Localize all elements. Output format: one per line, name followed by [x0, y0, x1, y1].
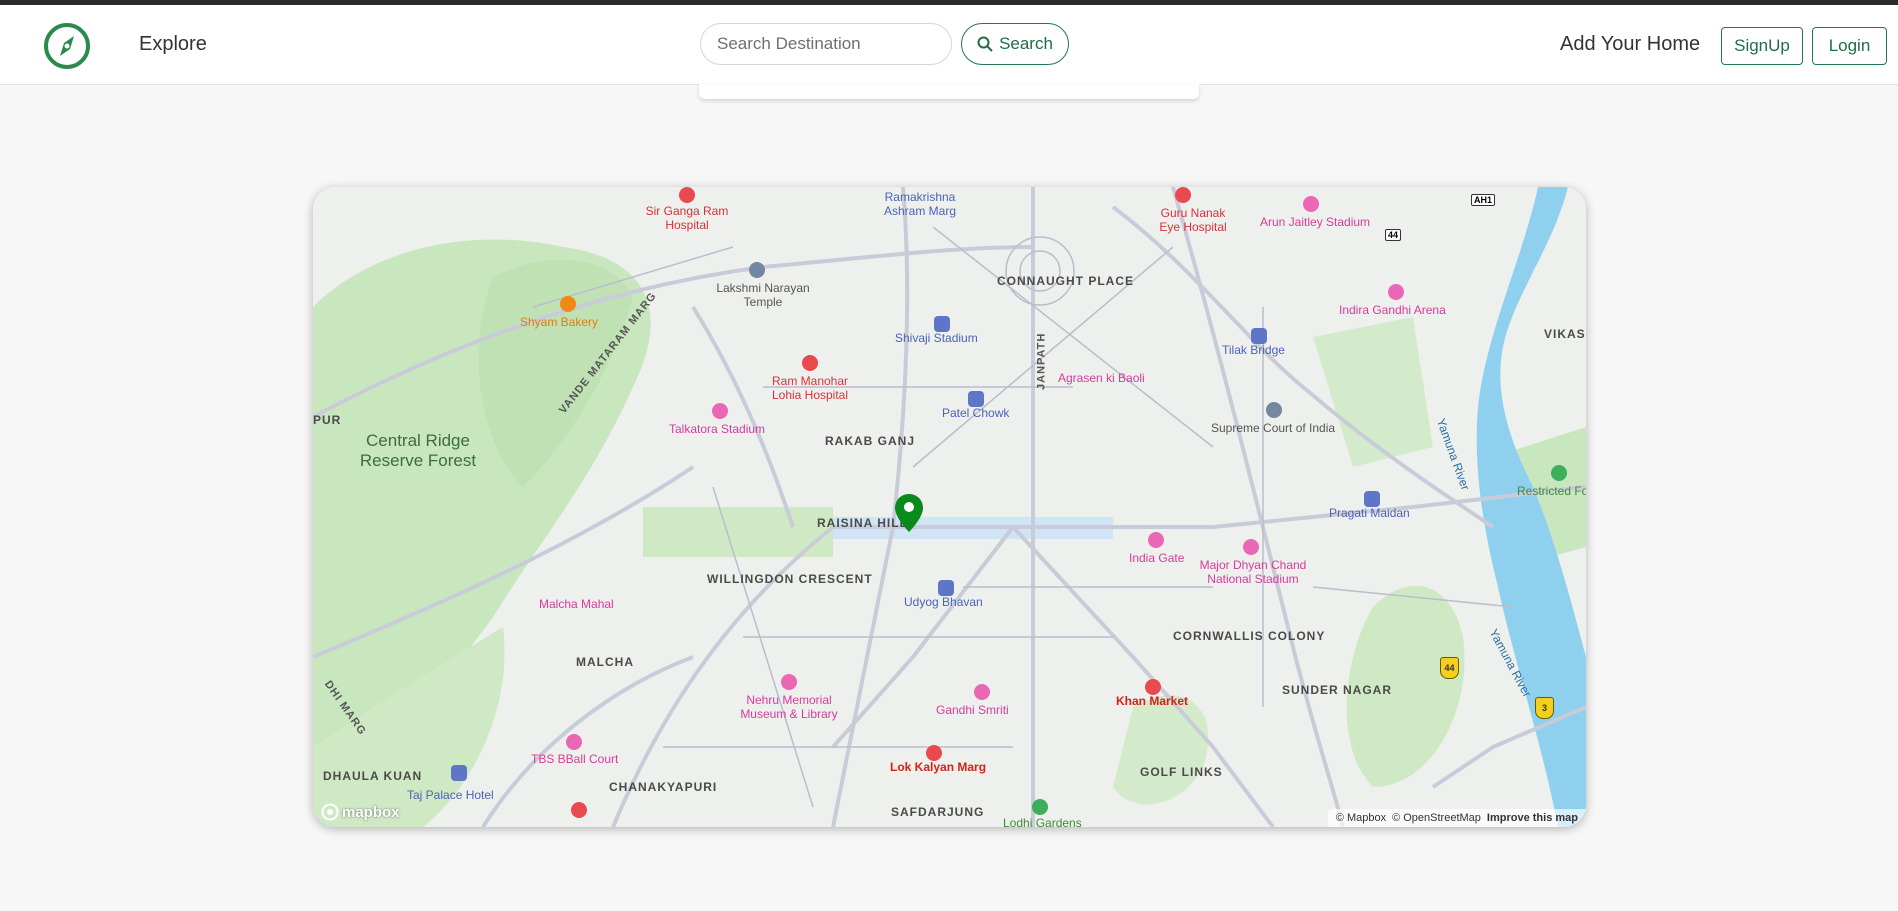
poi-label[interactable]: TBS BBall Court [531, 752, 618, 767]
poi-label[interactable]: Gandhi Smriti [936, 703, 1009, 718]
poi-label[interactable]: Pragati Maidan [1329, 506, 1410, 521]
poi-label[interactable]: Supreme Court of India [1211, 421, 1335, 436]
area-label: SAFDARJUNG [891, 805, 985, 819]
area-label: CONNAUGHT PLACE [997, 274, 1134, 288]
metro-icon [1145, 679, 1161, 695]
park-icon [1032, 799, 1048, 815]
area-label: VIKAS [1544, 327, 1586, 341]
search-button[interactable]: Search [961, 23, 1069, 65]
area-label: SUNDER NAGAR [1282, 683, 1393, 697]
location-pin-icon[interactable] [894, 493, 924, 533]
signup-button[interactable]: SignUp [1721, 27, 1803, 65]
poi-label[interactable]: Ramakrishna Ashram Marg [865, 190, 975, 219]
poi-label[interactable]: Sir Ganga Ram Hospital [641, 204, 733, 233]
search-icon [977, 36, 993, 52]
metro-station-icon [938, 580, 954, 596]
highway-shield-icon: 44 [1385, 229, 1402, 241]
osm-attribution-link[interactable]: © OpenStreetMap [1392, 812, 1481, 824]
hospital-icon [802, 355, 818, 371]
poi-label[interactable]: Nehru Memorial Museum & Library [733, 693, 845, 722]
court-icon [1266, 402, 1282, 418]
hospital-icon [679, 187, 695, 203]
metro-icon [926, 745, 942, 761]
login-button[interactable]: Login [1812, 27, 1887, 65]
navbar: Explore Search Add Your Home SignUp Logi… [0, 5, 1898, 85]
poi-label[interactable]: Patel Chowk [942, 406, 1009, 421]
poi-label[interactable]: Indira Gandhi Arena [1339, 303, 1446, 318]
highway-shield-icon: 3 [1535, 697, 1554, 719]
area-label: WILLINGDON CRESCENT [707, 572, 873, 586]
compass-logo-icon[interactable] [43, 22, 91, 70]
search-input[interactable] [700, 23, 952, 65]
poi-label[interactable]: Taj Palace Hotel [407, 788, 494, 803]
mapbox-logo[interactable]: mapbox [321, 803, 400, 821]
museum-icon [781, 674, 797, 690]
hospital-icon [571, 802, 587, 818]
metro-station-icon [1364, 491, 1380, 507]
arena-icon [1388, 284, 1404, 300]
metro-station-icon [968, 391, 984, 407]
add-home-link[interactable]: Add Your Home [1560, 33, 1700, 56]
monument-icon [1148, 532, 1164, 548]
poi-label[interactable]: Agrasen ki Baoli [1058, 371, 1145, 386]
metro-station-icon [934, 316, 950, 332]
hotel-icon [451, 765, 467, 781]
poi-label[interactable]: Talkatora Stadium [669, 422, 765, 437]
highway-shield-icon: AH1 [1471, 194, 1496, 206]
area-label: PUR [313, 413, 342, 427]
mapbox-attribution-link[interactable]: © Mapbox [1336, 812, 1386, 824]
poi-label[interactable]: India Gate [1129, 551, 1184, 566]
mapbox-logo-icon [321, 803, 339, 821]
poi-label[interactable]: Arun Jaitley Stadium [1260, 215, 1370, 230]
poi-label[interactable]: Malcha Mahal [539, 597, 614, 612]
poi-label[interactable]: Guru Nanak Eye Hospital [1153, 206, 1233, 235]
map-attribution: © Mapbox © OpenStreetMap Improve this ma… [1327, 809, 1586, 827]
poi-label[interactable]: Tilak Bridge [1222, 343, 1285, 358]
poi-label[interactable]: Ram Manohar Lohia Hospital [763, 374, 857, 403]
poi-label[interactable]: Lodhi Gardens [1003, 816, 1082, 827]
forest-icon [1551, 465, 1567, 481]
area-label: DHAULA KUAN [323, 769, 423, 783]
museum-icon [974, 684, 990, 700]
poi-label[interactable]: Shivaji Stadium [895, 331, 978, 346]
area-label: RAKAB GANJ [825, 434, 916, 448]
poi-label[interactable]: Udyog Bhavan [904, 595, 983, 610]
highway-shield-icon: 44 [1440, 657, 1459, 679]
temple-icon [749, 262, 765, 278]
poi-label[interactable]: Khan Market [1116, 694, 1188, 709]
bakery-icon [560, 296, 576, 312]
poi-label[interactable]: Lok Kalyan Marg [890, 760, 986, 775]
explore-link[interactable]: Explore [139, 33, 207, 56]
mapbox-logo-text: mapbox [342, 803, 400, 821]
improve-map-link[interactable]: Improve this map [1487, 812, 1578, 824]
area-label: CORNWALLIS COLONY [1173, 629, 1326, 643]
search-suggestions-panel [699, 84, 1199, 99]
map-container[interactable]: CONNAUGHT PLACE RAKAB GANJ RAISINA HILL … [313, 187, 1586, 827]
poi-label[interactable]: Major Dhyan Chand National Stadium [1193, 558, 1313, 587]
stadium-icon [712, 403, 728, 419]
search-button-label: Search [999, 34, 1053, 53]
poi-label[interactable]: Lakshmi Narayan Temple [713, 281, 813, 310]
forest-label: Central Ridge Reserve Forest [359, 431, 477, 470]
area-label: GOLF LINKS [1140, 765, 1223, 779]
hospital-icon [1175, 187, 1191, 203]
metro-station-icon [1251, 328, 1267, 344]
area-label: MALCHA [576, 655, 634, 669]
poi-label[interactable]: Restricted Fore [1517, 484, 1586, 499]
court-sports-icon [566, 734, 582, 750]
road-label: JANPATH [1035, 332, 1048, 390]
stadium-icon [1243, 539, 1259, 555]
area-label: CHANAKYAPURI [609, 780, 718, 794]
poi-label[interactable]: Shyam Bakery [520, 315, 598, 330]
stadium-icon [1303, 196, 1319, 212]
